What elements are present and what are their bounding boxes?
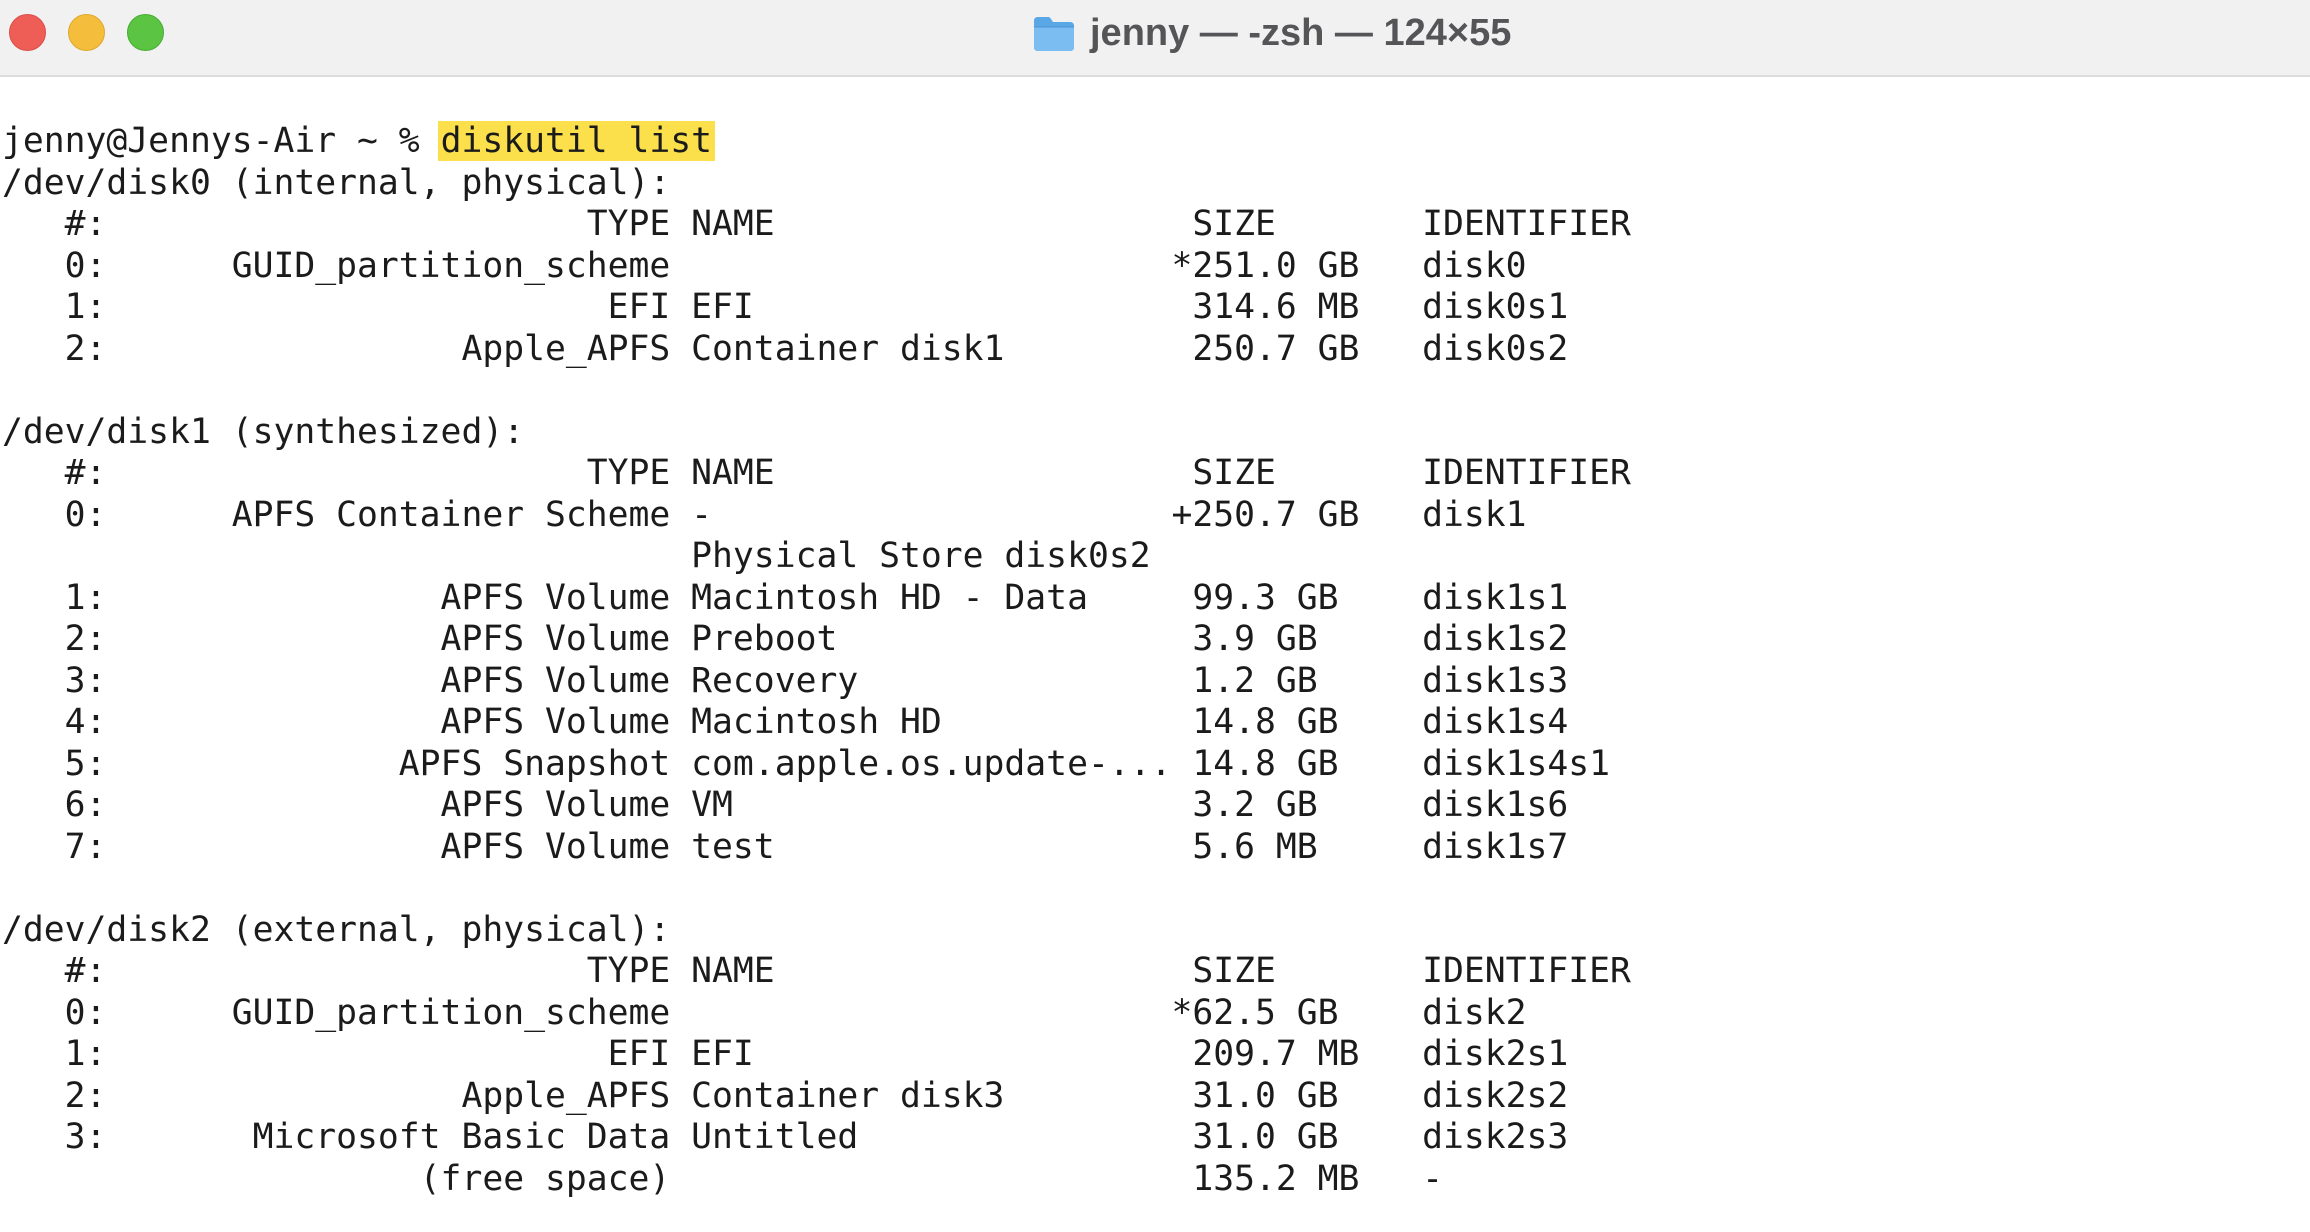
title-bar[interactable]: jenny — -zsh — 124×55 [0,0,2310,77]
output-line: 3: APFS Volume Recovery 1.2 GB disk1s3 [2,660,1569,701]
output-line: /dev/disk0 (internal, physical): [2,162,671,203]
output-line: 7: APFS Volume test 5.6 MB disk1s7 [2,826,1569,867]
output-line: 1: APFS Volume Macintosh HD - Data 99.3 … [2,577,1569,618]
output-line: 0: GUID_partition_scheme *62.5 GB disk2 [2,992,1527,1033]
command-output: /dev/disk0 (internal, physical): #: TYPE… [2,163,1631,1201]
output-line: /dev/disk1 (synthesized): [2,411,525,452]
minimize-button[interactable] [68,14,105,51]
output-line: 2: Apple_APFS Container disk3 31.0 GB di… [2,1075,1569,1116]
folder-icon [1034,17,1074,51]
terminal-window: jenny — -zsh — 124×55 jenny@Jennys-Air ~… [0,0,2310,1232]
prompt-line: jenny@Jennys-Air ~ % diskutil list [2,121,1631,163]
maximize-button[interactable] [127,14,164,51]
output-line: Physical Store disk0s2 [2,536,1151,576]
output-line: 3: Microsoft Basic Data Untitled 31.0 GB… [2,1117,1569,1157]
command-text: diskutil list [437,121,716,161]
output-line: 1: EFI EFI 314.6 MB disk0s1 [2,287,1569,327]
output-line: 1: EFI EFI 209.7 MB disk2s1 [2,1034,1569,1074]
output-line: 5: APFS Snapshot com.apple.os.update-...… [2,743,1611,784]
output-line: #: TYPE NAME SIZE IDENTIFIER [2,204,1631,244]
output-line: 2: Apple_APFS Container disk1 250.7 GB d… [2,328,1569,369]
output-line: 0: APFS Container Scheme - +250.7 GB dis… [2,494,1527,535]
output-line: (free space) 135.2 MB - [2,1158,1443,1199]
output-line: #: TYPE NAME SIZE IDENTIFIER [2,453,1631,493]
output-line: /dev/disk2 (external, physical): [2,909,671,950]
close-button[interactable] [9,14,46,51]
output-line: 0: GUID_partition_scheme *251.0 GB disk0 [2,245,1527,286]
output-line: #: TYPE NAME SIZE IDENTIFIER [2,951,1631,991]
output-line: 4: APFS Volume Macintosh HD 14.8 GB disk… [2,702,1569,742]
output-line: 2: APFS Volume Preboot 3.9 GB disk1s2 [2,619,1569,659]
window-title: jenny — -zsh — 124×55 [1090,11,1512,54]
window-title-group: jenny — -zsh — 124×55 [1032,8,1511,58]
output-line: 6: APFS Volume VM 3.2 GB disk1s6 [2,785,1569,825]
terminal-content[interactable]: jenny@Jennys-Air ~ % diskutil list /dev/… [2,121,1631,1200]
shell-prompt: jenny@Jennys-Air ~ % [2,121,441,161]
